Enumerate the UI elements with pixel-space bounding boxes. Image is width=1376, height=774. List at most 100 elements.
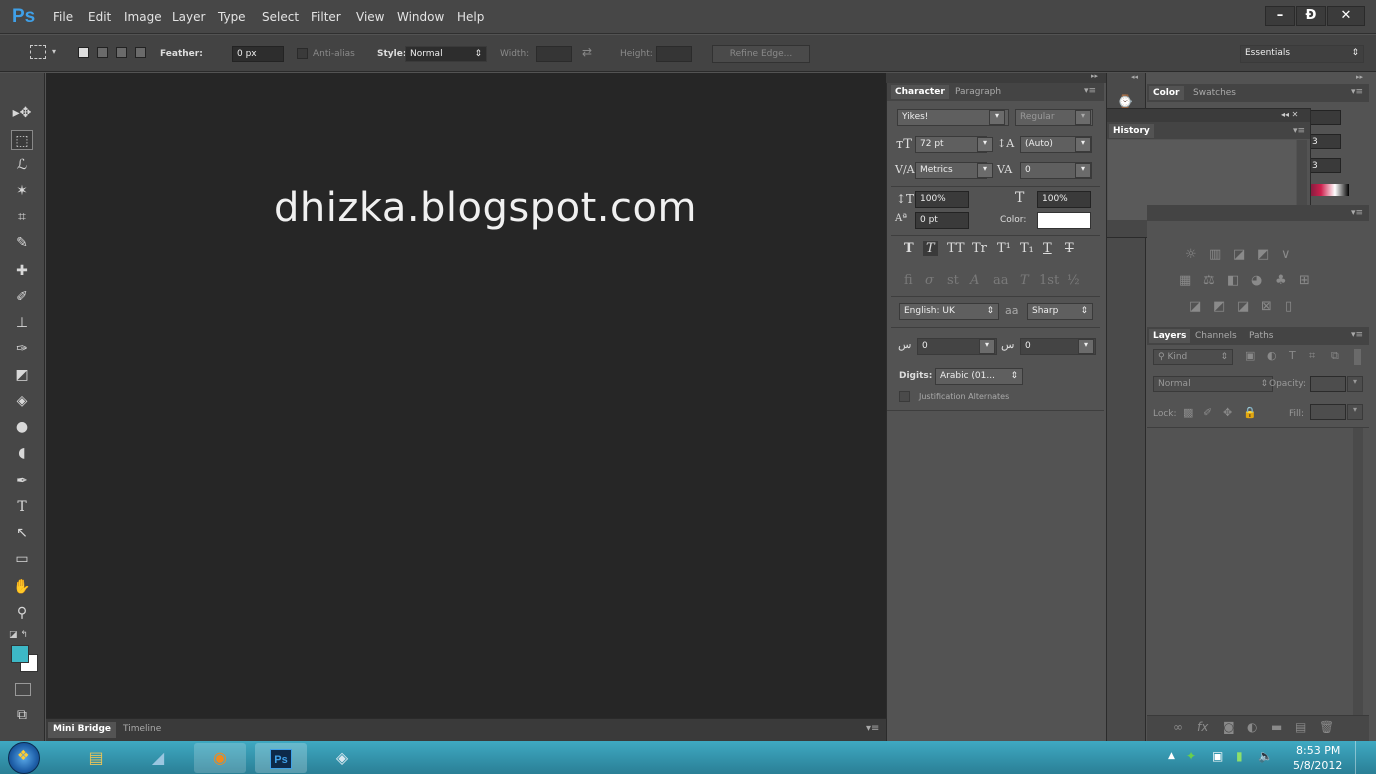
hand-tool-icon[interactable]: ✋ bbox=[11, 577, 33, 597]
chevron-down-icon[interactable]: ▾ bbox=[979, 339, 995, 354]
volume-icon[interactable]: 🔈 bbox=[1258, 749, 1273, 763]
black-white-icon[interactable]: ◧ bbox=[1227, 273, 1239, 288]
tab-timeline[interactable]: Timeline bbox=[118, 722, 166, 738]
eyedropper-tool-icon[interactable]: ✎ bbox=[11, 233, 33, 253]
lock-image-icon[interactable]: ✐ bbox=[1203, 406, 1212, 419]
tab-paths[interactable]: Paths bbox=[1245, 329, 1278, 343]
swap-colors-icon[interactable]: ◪ ↰ bbox=[9, 630, 28, 640]
tab-swatches[interactable]: Swatches bbox=[1189, 86, 1240, 100]
color-slider-input-3[interactable]: 3 bbox=[1307, 158, 1341, 173]
width-input[interactable] bbox=[536, 46, 572, 62]
rectangle-tool-icon[interactable]: ▭ bbox=[11, 549, 33, 569]
underline-icon[interactable]: T bbox=[1043, 241, 1052, 256]
collapse-icon[interactable]: ◂◂ ✕ bbox=[1281, 110, 1298, 119]
delete-layer-icon[interactable]: 🗑 bbox=[1319, 720, 1334, 734]
chevron-down-icon[interactable]: ▾ bbox=[989, 110, 1005, 125]
color-lookup-icon[interactable]: ⊞ bbox=[1299, 273, 1310, 288]
antialias-checkbox[interactable] bbox=[297, 48, 308, 59]
media-taskbar-icon[interactable]: ◢ bbox=[132, 743, 184, 773]
blend-mode-select[interactable]: Normal ⇕ bbox=[1153, 376, 1273, 392]
intersect-selection-icon[interactable] bbox=[135, 47, 146, 58]
feather-input[interactable]: 0 px bbox=[232, 46, 284, 62]
link-layers-icon[interactable]: ∞ bbox=[1173, 720, 1183, 734]
chevron-down-icon[interactable]: ▾ bbox=[1075, 163, 1091, 178]
superscript-icon[interactable]: T¹ bbox=[997, 241, 1011, 256]
menu-select[interactable]: Select bbox=[262, 10, 299, 24]
justification-alternates-checkbox[interactable] bbox=[899, 391, 910, 402]
paint-bucket-tool-icon[interactable]: ◈ bbox=[11, 391, 33, 411]
show-desktop-button[interactable] bbox=[1355, 741, 1367, 774]
add-mask-icon[interactable]: ◙ bbox=[1223, 720, 1235, 734]
dodge-tool-icon[interactable]: ◖ bbox=[11, 443, 33, 463]
baseline-shift-input[interactable]: 0 pt bbox=[915, 212, 969, 229]
brightness-icon[interactable]: ☼ bbox=[1185, 247, 1197, 262]
eraser-tool-icon[interactable]: ◩ bbox=[11, 365, 33, 385]
signal-icon[interactable]: ▮ bbox=[1236, 749, 1243, 763]
color-slider-input-2[interactable]: 3 bbox=[1307, 134, 1341, 149]
lock-position-icon[interactable]: ✥ bbox=[1223, 406, 1232, 419]
menu-filter[interactable]: Filter bbox=[311, 10, 341, 24]
small-caps-icon[interactable]: Tr bbox=[972, 241, 987, 256]
fx-icon[interactable]: fx bbox=[1197, 720, 1208, 734]
gradient-map-icon[interactable]: ⊠ bbox=[1261, 299, 1272, 314]
minimize-button[interactable]: – bbox=[1265, 6, 1295, 26]
panel-menu-icon[interactable]: ▾≡ bbox=[1351, 330, 1363, 340]
new-selection-icon[interactable] bbox=[78, 47, 89, 58]
healing-brush-tool-icon[interactable]: ✚ bbox=[11, 261, 33, 281]
foreground-color-swatch[interactable] bbox=[11, 645, 29, 663]
digits-select[interactable]: Arabic (01... ⇕ bbox=[935, 368, 1023, 385]
subscript-icon[interactable]: T₁ bbox=[1020, 241, 1034, 256]
menu-help[interactable]: Help bbox=[457, 10, 484, 24]
menu-edit[interactable]: Edit bbox=[88, 10, 111, 24]
marquee-tool-preset-icon[interactable] bbox=[30, 45, 46, 59]
subtract-selection-icon[interactable] bbox=[116, 47, 127, 58]
history-brush-tool-icon[interactable]: ✑ bbox=[11, 339, 33, 359]
zoom-tool-icon[interactable]: ⚲ bbox=[11, 603, 33, 623]
old-style-icon[interactable]: σ bbox=[925, 273, 934, 288]
pixel-filter-icon[interactable]: ▣ bbox=[1245, 349, 1255, 362]
move-tool-icon[interactable]: ▸✥ bbox=[11, 103, 33, 123]
type-filter-icon[interactable]: T bbox=[1289, 349, 1296, 362]
refine-edge-button[interactable]: Refine Edge... bbox=[712, 45, 810, 63]
vibrance-icon[interactable]: ∨ bbox=[1281, 247, 1291, 262]
style-select[interactable]: Normal ⇕ bbox=[405, 46, 487, 62]
ordinals-icon[interactable]: 1st bbox=[1039, 273, 1059, 288]
type-tool-icon[interactable]: T bbox=[11, 497, 33, 517]
rect-marquee-tool-icon[interactable]: ⬚ bbox=[11, 130, 33, 150]
tab-history[interactable]: History bbox=[1109, 124, 1154, 138]
chevron-down-icon[interactable]: ▾ bbox=[1347, 404, 1363, 420]
channel-mixer-icon[interactable]: ♣ bbox=[1275, 273, 1287, 288]
text-color-swatch[interactable] bbox=[1037, 212, 1091, 229]
lock-transparent-icon[interactable]: ▩ bbox=[1183, 406, 1193, 419]
tray-app-icon[interactable]: ✦ bbox=[1186, 749, 1196, 763]
panel-menu-icon[interactable]: ▾≡ bbox=[1351, 208, 1363, 218]
tab-mini-bridge[interactable]: Mini Bridge bbox=[48, 722, 117, 738]
chevron-down-icon[interactable]: ▾ bbox=[52, 47, 56, 56]
menu-window[interactable]: Window bbox=[397, 10, 444, 24]
horizontal-scale-input[interactable]: 100% bbox=[1037, 191, 1091, 208]
photo-filter-icon[interactable]: ◕ bbox=[1251, 273, 1262, 288]
color-ramp[interactable] bbox=[1307, 184, 1349, 196]
adjustment-layer-icon[interactable]: ◐ bbox=[1247, 720, 1257, 734]
chevron-down-icon[interactable]: ▾ bbox=[977, 163, 993, 178]
collapse-icon[interactable]: ▸▸ bbox=[1356, 73, 1363, 81]
chevron-down-icon[interactable]: ▾ bbox=[1347, 376, 1363, 392]
lasso-tool-icon[interactable]: ℒ bbox=[11, 155, 33, 175]
tab-color[interactable]: Color bbox=[1149, 86, 1184, 100]
titling-alternates-icon[interactable]: T bbox=[1020, 273, 1029, 288]
curves-icon[interactable]: ◪ bbox=[1233, 247, 1245, 262]
clone-stamp-tool-icon[interactable]: ⊥ bbox=[11, 313, 33, 333]
tab-paragraph[interactable]: Paragraph bbox=[951, 85, 1006, 99]
expand-icon[interactable]: ◂◂ bbox=[1131, 73, 1138, 81]
tab-character[interactable]: Character bbox=[891, 85, 949, 99]
layers-scrollbar[interactable] bbox=[1353, 428, 1363, 715]
all-caps-icon[interactable]: TT bbox=[947, 241, 965, 256]
panel-menu-icon[interactable]: ▾≡ bbox=[866, 723, 879, 734]
firefox-taskbar-icon[interactable]: ◉ bbox=[194, 743, 246, 773]
clock-time[interactable]: 8:53 PM bbox=[1296, 744, 1340, 757]
tab-channels[interactable]: Channels bbox=[1191, 329, 1241, 343]
fractions-icon[interactable]: ½ bbox=[1067, 273, 1080, 288]
restore-button[interactable]: Ɖ bbox=[1296, 6, 1326, 26]
screen-mode-icon[interactable]: ⧉ bbox=[11, 705, 33, 725]
close-button[interactable]: ✕ bbox=[1327, 6, 1365, 26]
